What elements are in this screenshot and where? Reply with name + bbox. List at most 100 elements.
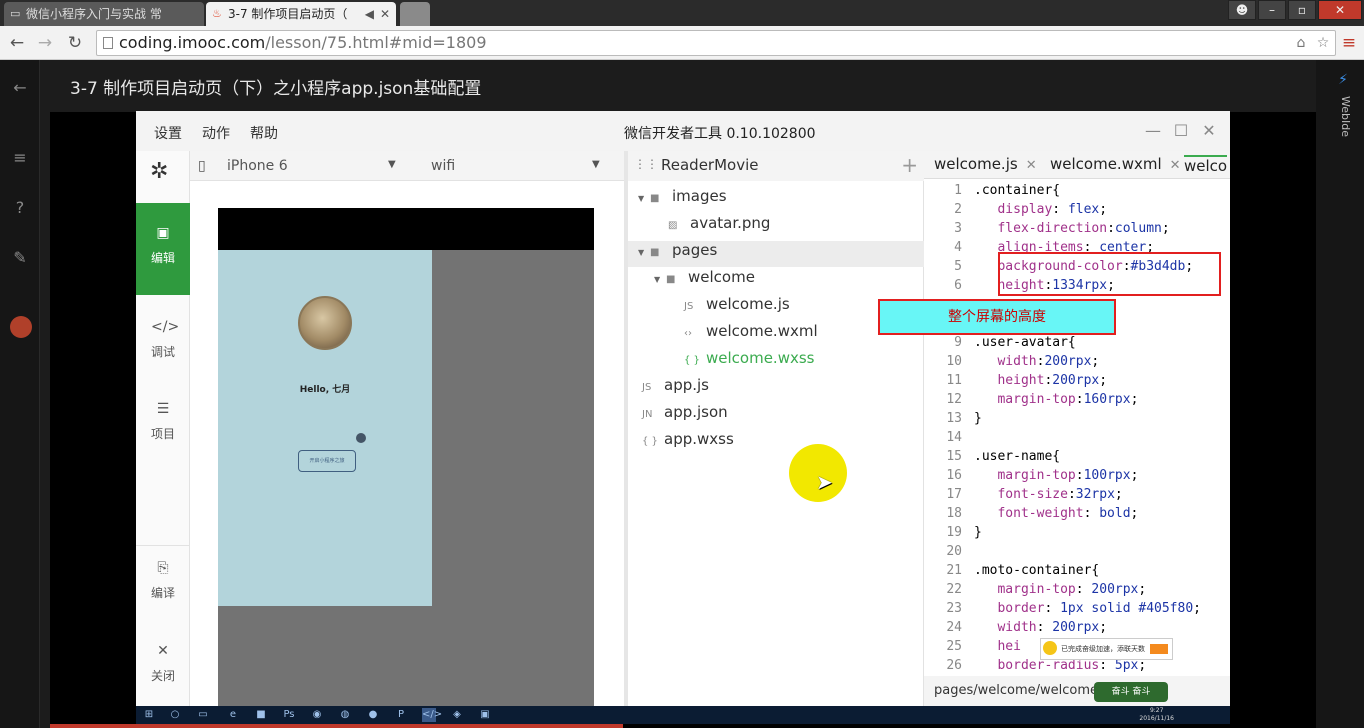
code-line: 23 border: 1px solid #405f80; [946,601,1201,616]
tab-label: welco [1184,157,1228,175]
browser-tab-bar: ▭ 微信小程序入门与实战 常 ♨ 3-7 制作项目启动页（ ◀ ✕ ☻ – ▫ … [0,0,1364,26]
close-tab-icon[interactable]: ✕ [1170,158,1181,173]
start-button[interactable]: 开启小程序之旅 [298,450,356,472]
app-icon[interactable]: ▣ [478,708,492,722]
code-line: 12 margin-top:160rpx; [946,392,1139,407]
video-progress-bar[interactable] [50,724,623,728]
powerpoint-icon[interactable]: P [394,708,408,722]
network-select[interactable]: wifi [431,158,455,174]
search-icon[interactable]: ○ [168,708,182,722]
maximize-icon[interactable]: ☐ [1170,121,1192,141]
folder-icon: ■ [666,274,676,285]
style-file-icon: { } [642,436,658,447]
close-icon[interactable]: ✕ [1198,121,1220,141]
tab-welcome-wxss[interactable]: welco [1184,155,1228,175]
add-file-icon[interactable]: + [901,153,918,177]
list-icon[interactable]: ≡ [10,148,30,168]
code-editor: welcome.js ✕ welcome.wxml ✕ welco 1 .contai… [924,151,1230,706]
chevron-down-icon: ▼ [638,194,645,203]
tree-file-welcome-wxml[interactable]: ‹› welcome.wxml [684,322,818,348]
menu-settings[interactable]: 设置 [154,123,182,143]
reload-icon[interactable]: ↻ [64,32,86,54]
star-icon[interactable]: ☆ [1313,33,1333,53]
edge-icon[interactable]: e [226,708,240,722]
windows-start-icon[interactable]: ⊞ [142,708,156,722]
tab-welcome-wxml[interactable]: welcome.wxml ✕ [1050,155,1181,173]
notification-popup[interactable]: 已完成奋级加速，添联天数 [1040,638,1173,660]
sidebar-item-debug[interactable]: </> 调试 [136,305,190,397]
translate-icon[interactable]: ⌂ [1291,33,1311,53]
tree-file-app-js[interactable]: JS app.js [642,376,709,402]
user-icon[interactable]: ☻ [1228,0,1256,20]
tree-file-app-wxss[interactable]: { } app.wxss [642,430,734,456]
tab-welcome-js[interactable]: welcome.js ✕ [934,155,1037,173]
chevron-down-icon[interactable]: ▼ [388,159,396,170]
back-icon[interactable]: ← [6,32,28,54]
tree-file-app-json[interactable]: JN app.json [642,403,728,429]
project-name: ReaderMovie [661,156,759,174]
taskbar-clock: 9:27 2016/11/16 [1139,707,1174,723]
sidebar-item-edit[interactable]: ▣ 编辑 [136,203,190,295]
browser-tab-lesson[interactable]: ♨ 3-7 制作项目启动页（ ◀ ✕ [206,2,396,26]
sidebar-item-compile[interactable]: ⎘ 编译 [136,545,190,637]
code-line: 13} [946,411,982,426]
task-view-icon[interactable]: ▭ [196,708,210,722]
menu-actions[interactable]: 动作 [202,123,230,143]
sidebar-item-project[interactable]: ☰ 项目 [136,387,190,479]
window-title: 微信开发者工具 0.10.102800 [624,126,816,142]
close-window-button[interactable]: ✕ [1318,0,1362,20]
tree-folder-images[interactable]: ▼ ■ images [638,187,727,213]
menu-icon[interactable]: ≡ [1338,32,1360,54]
tree-folder-welcome[interactable]: ▼ ■ welcome [654,268,755,294]
firefox-icon[interactable]: ◍ [338,708,352,722]
device-select[interactable]: iPhone 6 [227,158,288,174]
code-line: 14 [946,430,962,445]
speaker-icon[interactable]: ◀ [365,2,374,26]
browser-tab-course[interactable]: ▭ 微信小程序入门与实战 常 [4,2,204,26]
photoshop-icon[interactable]: Ps [282,708,296,722]
tree-file-avatar[interactable]: ▨ avatar.png [668,214,770,240]
tab-label: welcome.js [934,155,1018,173]
app-icon[interactable]: ◈ [450,708,464,722]
phone-simulator[interactable]: Hello, 七月 开启小程序之旅 [218,208,594,706]
tab-label: welcome.wxml [1050,155,1162,173]
tree-label: welcome.wxml [706,322,818,340]
editor-status-bar: pages/welcome/welcome.wxss [924,676,1230,706]
welcome-page-screen: Hello, 七月 开启小程序之旅 [218,250,432,606]
tree-folder-pages[interactable]: ▼ ■ pages [628,241,924,267]
popup-button[interactable] [1150,644,1168,654]
folder-icon: ■ [650,247,660,258]
address-bar[interactable]: coding.imooc.com/lesson/75.html#mid=1809… [96,30,1336,56]
devtools-icon[interactable]: </> [422,708,442,722]
new-tab-button[interactable] [400,2,430,26]
minimize-button[interactable]: – [1258,0,1286,20]
close-icon: ✕ [157,643,169,659]
question-icon[interactable]: ? [10,198,30,218]
chevron-down-icon[interactable]: ▼ [592,159,600,170]
tree-file-welcome-wxss[interactable]: { } welcome.wxss [684,349,814,375]
avatar[interactable] [10,316,32,338]
maximize-button[interactable]: ▫ [1288,0,1316,20]
back-arrow-icon[interactable]: ← [10,78,30,98]
folder-icon[interactable]: ■ [254,708,268,722]
pencil-icon[interactable]: ✎ [10,248,30,268]
tab-label: 微信小程序入门与实战 常 [26,7,162,21]
webide-link[interactable]: WebIde [1339,96,1352,137]
code-line: 2 display: flex; [954,202,1108,217]
sidebar-item-label: 编辑 [150,251,175,265]
devtools-sidebar: ✲ ▣ 编辑 </> 调试 ☰ 项目 ⎘ 编译 ✕ 关闭 [136,151,190,706]
code-line: 10 width:200rpx; [946,354,1100,369]
forward-icon[interactable]: → [34,32,56,54]
code-line: 24 width: 200rpx; [946,620,1108,635]
close-tab-icon[interactable]: ✕ [380,2,390,26]
recorder-icon[interactable]: ● [366,708,380,722]
tree-label: app.wxss [664,430,734,448]
minimize-icon[interactable]: — [1142,121,1164,141]
sidebar-item-close[interactable]: ✕ 关闭 [136,629,190,706]
tree-file-welcome-js[interactable]: JS welcome.js [684,295,790,321]
close-tab-icon[interactable]: ✕ [1026,158,1037,173]
clock-date: 2016/11/16 [1139,715,1174,722]
menu-help[interactable]: 帮助 [250,123,278,143]
chrome-icon[interactable]: ◉ [310,708,324,722]
code-line: 18 font-weight: bold; [946,506,1139,521]
